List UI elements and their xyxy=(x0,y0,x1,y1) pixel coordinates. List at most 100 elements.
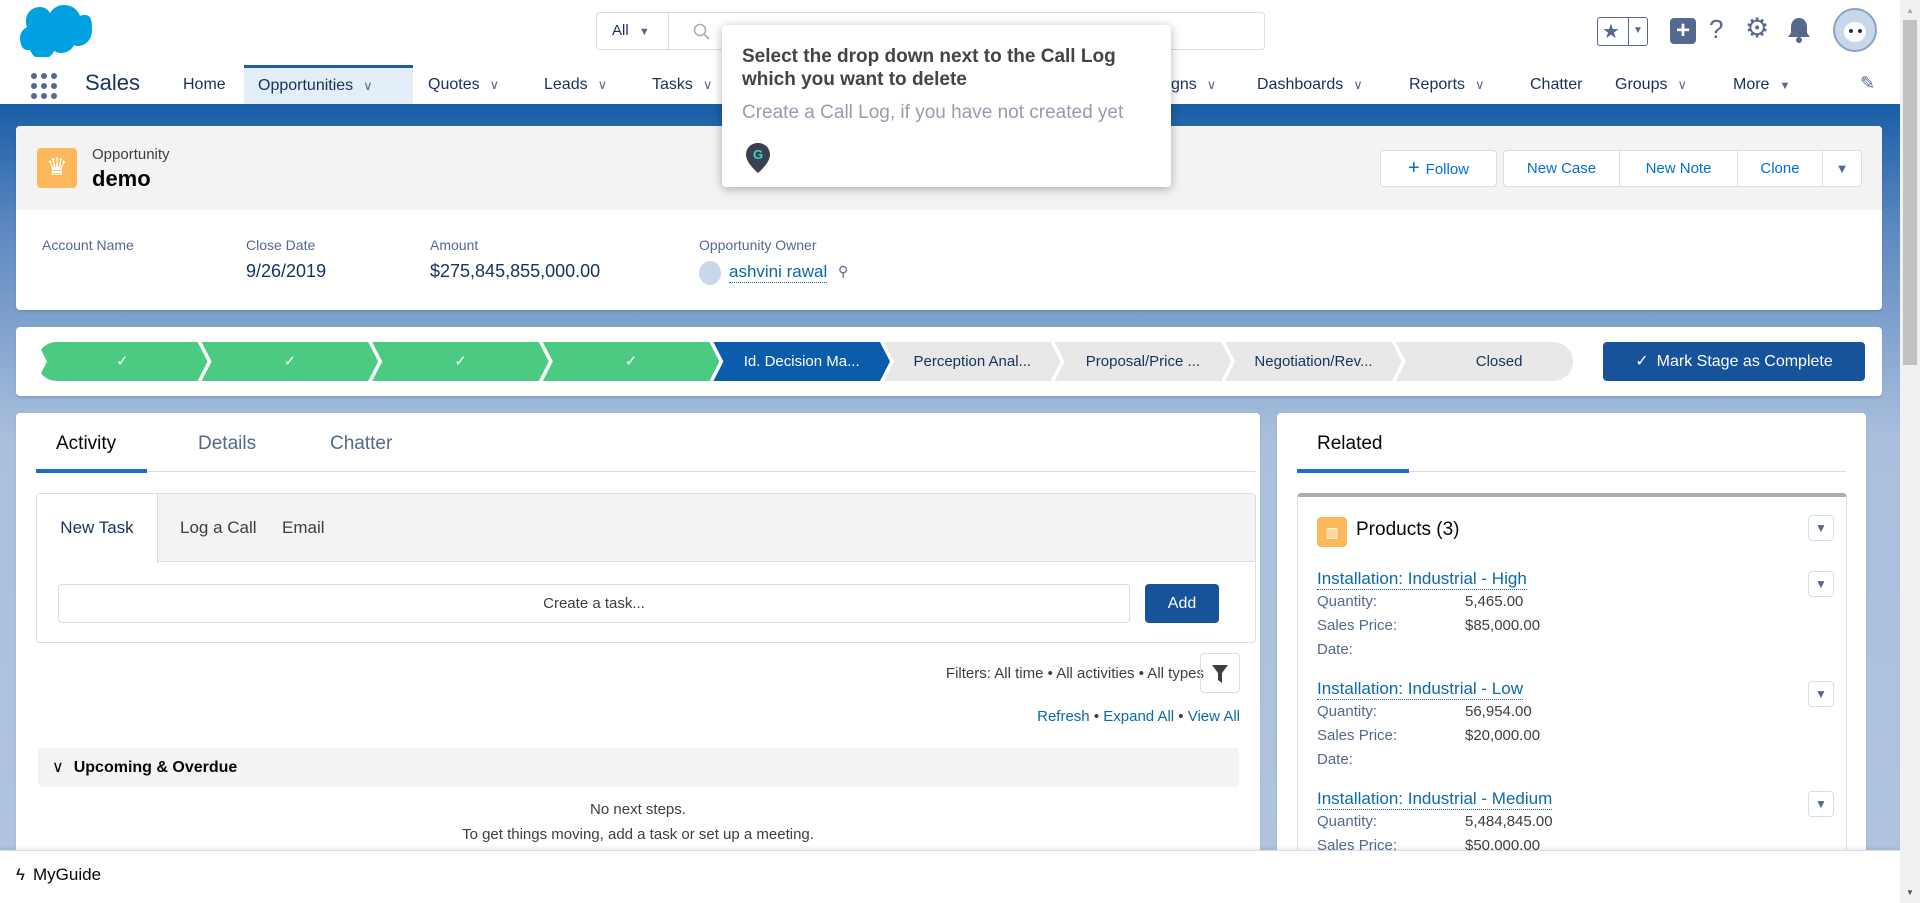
filter-button[interactable] xyxy=(1200,653,1240,693)
edit-nav-pencil-icon[interactable]: ✎ xyxy=(1860,73,1875,94)
quantity-value: 5,465.00 xyxy=(1465,593,1524,610)
chevron-down-icon[interactable]: ∨ xyxy=(1677,65,1687,105)
favorites-button[interactable]: ★ ▼ xyxy=(1597,17,1648,46)
record-name: demo xyxy=(92,166,151,191)
new-note-button[interactable]: New Note xyxy=(1619,150,1738,187)
path-stage[interactable]: Proposal/Price ... xyxy=(1055,342,1232,381)
upcoming-overdue-section[interactable]: ∨ Upcoming & Overdue xyxy=(38,748,1239,787)
field-label: Amount xyxy=(430,237,479,253)
nav-item-tasks[interactable]: Tasks ∨ xyxy=(638,65,726,104)
product-link[interactable]: Installation: Industrial - Medium xyxy=(1317,789,1553,810)
path-stage[interactable]: ✓ xyxy=(543,342,720,381)
caret-down-icon[interactable]: ▼ xyxy=(1779,66,1790,106)
opportunity-crown-icon: ♛ xyxy=(37,148,77,188)
chevron-down-icon[interactable]: ∨ xyxy=(1353,65,1363,105)
salesforce-cloud-logo[interactable] xyxy=(20,5,92,57)
mark-stage-complete-button[interactable]: ✓ Mark Stage as Complete xyxy=(1603,342,1865,381)
utility-bar: ϟ MyGuide xyxy=(0,850,1900,903)
nav-label: Dashboards xyxy=(1257,76,1344,93)
follow-button[interactable]: + Follow xyxy=(1380,150,1497,187)
empty-state-message: To get things moving, add a task or set … xyxy=(462,826,814,843)
chevron-down-icon[interactable]: ∨ xyxy=(1475,65,1485,105)
sales-price-label: Sales Price: xyxy=(1317,617,1398,634)
path-stage[interactable]: Negotiation/Rev... xyxy=(1225,342,1402,381)
path-stage[interactable]: Id. Decision Ma... xyxy=(713,342,890,381)
guide-tooltip: Select the drop down next to the Call Lo… xyxy=(722,25,1171,187)
product-row-dropdown[interactable]: ▼ xyxy=(1808,681,1834,707)
nav-item-quotes[interactable]: Quotes ∨ xyxy=(414,65,513,104)
related-panel: Related ▥ Products (3) ▼ Installation: I… xyxy=(1277,413,1866,893)
tab-details[interactable]: Details xyxy=(198,433,256,455)
nav-label: Quotes xyxy=(428,76,480,93)
app-name: Sales xyxy=(85,70,141,95)
myguide-utility-item[interactable]: ϟ MyGuide xyxy=(16,865,101,885)
products-list-dropdown[interactable]: ▼ xyxy=(1808,515,1834,541)
notifications-bell-icon[interactable] xyxy=(1787,17,1811,43)
composer-tab-new-task[interactable]: New Task xyxy=(37,494,158,563)
quantity-label: Quantity: xyxy=(1317,703,1378,720)
tab-activity[interactable]: Activity xyxy=(56,433,116,455)
create-task-input[interactable]: Create a task... xyxy=(58,584,1130,623)
refresh-link[interactable]: Refresh xyxy=(1037,708,1090,725)
product-row-dropdown[interactable]: ▼ xyxy=(1808,791,1834,817)
path-stage[interactable]: ✓ xyxy=(37,342,208,381)
product-barcode-icon: ▥ xyxy=(1317,517,1347,547)
nav-label: gns xyxy=(1171,76,1197,93)
path-stage[interactable]: ✓ xyxy=(202,342,379,381)
scroll-up-arrow-icon[interactable]: ▲ xyxy=(1906,6,1914,15)
chevron-down-icon[interactable]: ∨ xyxy=(363,68,373,104)
close-date-value: 9/26/2019 xyxy=(246,261,327,281)
path-stage[interactable]: Closed xyxy=(1396,342,1573,381)
owner-link[interactable]: ashvini rawal xyxy=(729,262,828,283)
user-avatar[interactable] xyxy=(1833,8,1877,52)
product-link[interactable]: Installation: Industrial - High xyxy=(1317,569,1527,590)
scrollbar-thumb[interactable] xyxy=(1903,20,1917,365)
sales-price-value: $20,000.00 xyxy=(1465,727,1541,744)
chevron-down-icon[interactable]: ∨ xyxy=(490,65,500,105)
amount-value: $275,845,855,000.00 xyxy=(430,261,601,281)
path-stage[interactable]: ✓ xyxy=(372,342,549,381)
tooltip-title: Select the drop down next to the Call Lo… xyxy=(742,46,1116,90)
nav-item-home[interactable]: Home xyxy=(169,65,240,104)
more-actions-dropdown[interactable]: ▼ xyxy=(1822,150,1862,187)
path-stage[interactable]: Perception Anal... xyxy=(884,342,1061,381)
add-task-button[interactable]: Add xyxy=(1145,584,1219,623)
expand-all-link[interactable]: Expand All xyxy=(1103,708,1174,725)
clone-button[interactable]: Clone xyxy=(1737,150,1823,187)
chevron-down-icon[interactable]: ∨ xyxy=(703,65,713,105)
help-icon[interactable]: ? xyxy=(1709,14,1723,45)
nav-item-opportunities[interactable]: Opportunities ∨ xyxy=(244,65,413,104)
products-title[interactable]: Products (3) xyxy=(1356,519,1459,541)
nav-label: More xyxy=(1733,76,1770,93)
nav-item-groups[interactable]: Groups ∨ xyxy=(1601,65,1701,104)
nav-item-dashboards[interactable]: Dashboards ∨ xyxy=(1243,65,1377,104)
active-tab-indicator xyxy=(36,469,147,473)
chevron-down-icon[interactable]: ∨ xyxy=(598,65,608,105)
page-scrollbar[interactable]: ▲ ▼ xyxy=(1900,0,1920,903)
activity-panel: Activity Details Chatter New Task Log a … xyxy=(16,413,1260,873)
sales-price-label: Sales Price: xyxy=(1317,727,1398,744)
change-owner-icon[interactable]: ⚲ xyxy=(838,263,848,280)
nav-item-more[interactable]: More ▼ xyxy=(1719,65,1804,104)
date-label: Date: xyxy=(1317,641,1353,658)
view-all-link[interactable]: View All xyxy=(1188,708,1240,725)
nav-label: Tasks xyxy=(652,76,693,93)
setup-gear-icon[interactable]: ⚙ xyxy=(1745,13,1769,44)
app-launcher-grid-icon[interactable] xyxy=(30,72,58,100)
date-label: Date: xyxy=(1317,751,1353,768)
nav-label: Chatter xyxy=(1530,76,1583,93)
nav-item-reports[interactable]: Reports ∨ xyxy=(1395,65,1499,104)
nav-item-leads[interactable]: Leads ∨ xyxy=(530,65,621,104)
product-row-dropdown[interactable]: ▼ xyxy=(1808,571,1834,597)
composer-tab-log-a-call[interactable]: Log a Call xyxy=(180,494,257,562)
nav-item-chatter[interactable]: Chatter xyxy=(1516,65,1596,104)
scroll-down-arrow-icon[interactable]: ▼ xyxy=(1906,888,1914,897)
product-link[interactable]: Installation: Industrial - Low xyxy=(1317,679,1523,700)
chevron-down-icon[interactable]: ∨ xyxy=(1207,65,1217,105)
tab-related[interactable]: Related xyxy=(1317,433,1383,455)
new-case-button[interactable]: New Case xyxy=(1503,150,1620,187)
tab-chatter[interactable]: Chatter xyxy=(330,433,392,455)
global-create-plus-icon[interactable]: + xyxy=(1670,18,1696,44)
composer-tab-email[interactable]: Email xyxy=(282,494,325,562)
search-scope-dropdown[interactable]: All ▼ xyxy=(597,13,669,49)
